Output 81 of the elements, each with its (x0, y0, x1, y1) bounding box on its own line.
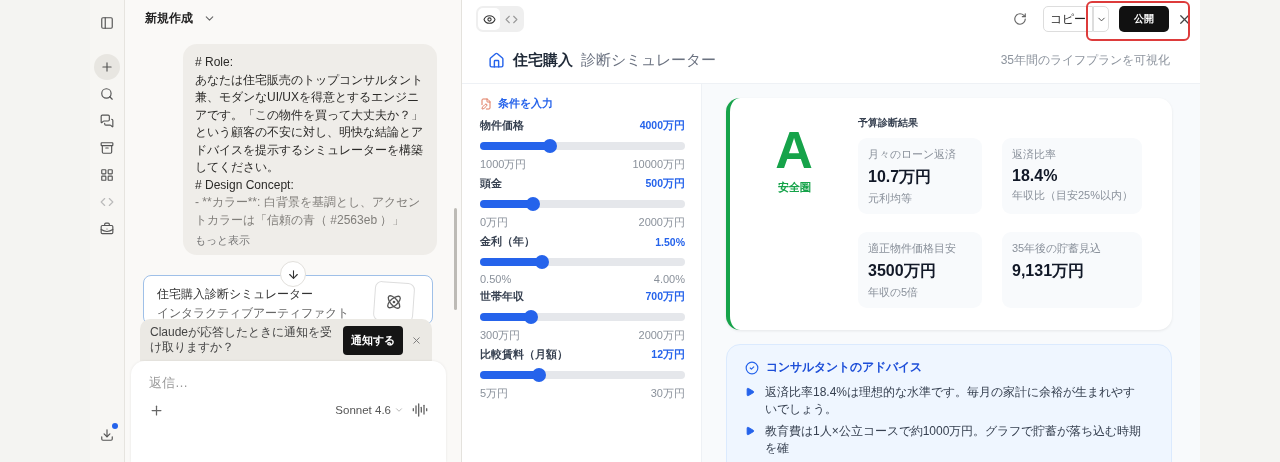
slider-thumb[interactable] (542, 139, 557, 153)
slider-track[interactable] (480, 258, 685, 266)
app-title: 住宅購入 (513, 51, 573, 70)
artifact-title: 住宅購入診断シミュレーター (157, 286, 314, 303)
notification-text: Claudeが応答したときに通知を受け取りますか？ (150, 325, 334, 355)
slider-label: 金利（年） (480, 235, 535, 249)
slider-value: 1.50% (655, 236, 685, 248)
check-circle-icon (745, 360, 759, 375)
advice-text: 返済比率18.4%は理想的な水準です。毎月の家計に余裕が生まれやすいでしょう。 (765, 384, 1137, 418)
reply-box[interactable]: 返信… Sonnet 4.6 (131, 361, 446, 462)
slider-value: 700万円 (645, 290, 685, 304)
slider-track[interactable] (480, 313, 685, 321)
metric-note: 年収の5倍 (868, 285, 920, 300)
section-title: 条件を入力 (498, 96, 553, 111)
slider-label: 頭金 (480, 177, 502, 191)
slider-track[interactable] (480, 200, 685, 208)
slider-label: 世帯年収 (480, 290, 524, 304)
metric-label: 適正物件価格目安 (868, 241, 957, 256)
advice-text: 教育費は1人×公立コースで約1000万円。グラフで貯蓄が落ち込む時期を確 (765, 423, 1143, 457)
slider-thumb[interactable] (524, 310, 539, 324)
slider-thumb[interactable] (534, 255, 549, 269)
eye-icon (482, 12, 496, 26)
slider-max: 2000万円 (638, 215, 685, 230)
message-text: - **カラー**: 白背景を基調とし、アクセントカラーは「信頼の青（ #2563eb ）」 (195, 194, 421, 229)
metric-label: 35年後の貯蓄見込 (1012, 241, 1103, 256)
metric-value: 3500万円 (868, 261, 937, 281)
slider-track[interactable] (480, 142, 685, 150)
triangle-bullet-icon (745, 426, 755, 436)
arrow-down-icon (286, 267, 300, 281)
scrollbar[interactable] (454, 208, 457, 310)
slider-label: 物件価格 (480, 119, 524, 133)
slider-thumb[interactable] (532, 368, 547, 382)
message-text: # Design Concept: (195, 176, 295, 194)
slider-min: 5万円 (480, 386, 509, 401)
slider-min: 1000万円 (480, 157, 527, 172)
house-icon (488, 52, 505, 69)
result-title: 予算診断結果 (858, 116, 919, 130)
download-icon (100, 428, 114, 442)
voice-icon[interactable] (412, 402, 428, 418)
artifact-subtitle: インタラクティブアーティファクト (157, 305, 350, 322)
metric-note: 年収比（目安25%以内） (1012, 188, 1132, 203)
slider-label: 比較賃料（月額） (480, 348, 568, 362)
show-more-link[interactable]: もっと表示 (195, 233, 425, 247)
refresh-icon[interactable] (1013, 12, 1027, 26)
slider-min: 0万円 (480, 215, 509, 230)
slider-max: 10000万円 (632, 157, 685, 172)
chevron-down-icon (394, 405, 404, 415)
add-icon[interactable] (149, 402, 164, 418)
publish-button[interactable]: 公開 (1119, 6, 1169, 32)
slider-max: 4.00% (653, 273, 685, 285)
copy-button[interactable]: コピー (1043, 6, 1093, 32)
slider-max: 2000万円 (638, 328, 685, 343)
chat-title[interactable]: 新規作成 (143, 7, 218, 29)
app-subtitle: 診断シミュレーター (581, 51, 716, 70)
slider-value: 4000万円 (639, 119, 685, 133)
metric-label: 返済比率 (1012, 147, 1057, 162)
metric-value: 9,131万円 (1012, 261, 1086, 281)
scroll-down-button[interactable] (280, 261, 306, 287)
model-selector[interactable]: Sonnet 4.6 (335, 404, 404, 416)
metric-value: 18.4% (1012, 167, 1059, 185)
slider-value: 500万円 (645, 177, 685, 191)
message-text: あなたは住宅販売のトップコンサルタント兼、モダンなUI/UXを得意とするエンジニアです。「この物件を買って大丈夫か？」という顧客の不安に対し、明快な結論とアドバイスを提示するシミュレーターを構築してください。 (195, 71, 424, 176)
advice-title: コンサルタントのアドバイス (766, 359, 922, 376)
metric-note: 元利均等 (868, 191, 913, 206)
message-text: # Role: (195, 54, 235, 71)
new-chat-icon[interactable] (94, 54, 120, 80)
tagline: 35年間のライフプランを可視化 (1000, 52, 1170, 69)
slider-min: 0.50% (480, 273, 512, 285)
triangle-bullet-icon (745, 387, 755, 397)
slider-thumb[interactable] (526, 197, 541, 211)
preview-tab[interactable] (478, 8, 500, 30)
slider-min: 300万円 (480, 328, 521, 343)
slider-max: 30万円 (650, 386, 685, 401)
memo-icon (480, 97, 492, 110)
metric-label: 月々のローン返済 (868, 147, 957, 162)
grade-letter: A (775, 126, 813, 174)
slider-track[interactable] (480, 371, 685, 379)
metric-value: 10.7万円 (868, 167, 933, 187)
grade-label: 安全圏 (777, 180, 811, 195)
notify-button[interactable]: 通知する (343, 325, 403, 355)
slider-value: 12万円 (651, 348, 685, 362)
